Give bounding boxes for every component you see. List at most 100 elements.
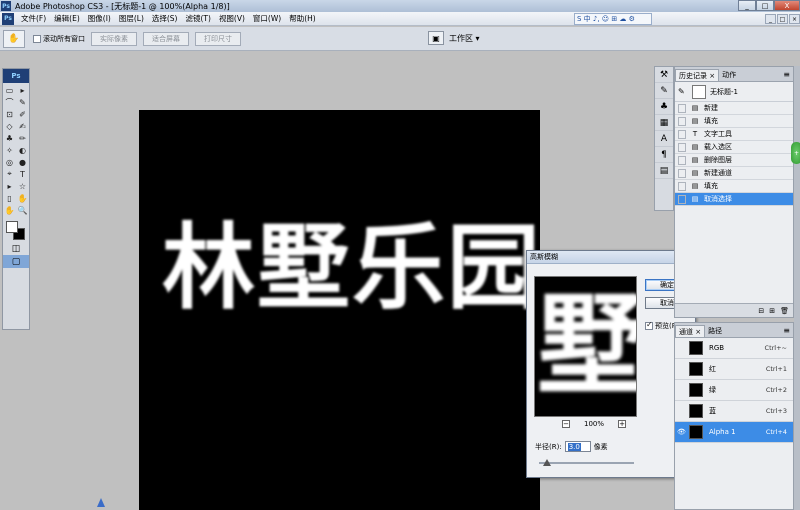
history-brush-tool-icon[interactable]: ✏ xyxy=(16,132,29,144)
tool-preset-picker[interactable]: ✋ xyxy=(3,29,25,48)
zoom-in-icon[interactable]: + xyxy=(618,420,627,428)
brush-tool-icon[interactable]: ✍ xyxy=(16,120,29,132)
ime-toolbar[interactable]: S 中 ♪, ☺ ⊞ ☁ ⚙ xyxy=(574,13,652,25)
visibility-eye-icon[interactable]: 👁 xyxy=(677,428,687,436)
actual-pixels-button[interactable]: 实际像素 xyxy=(91,31,137,46)
menu-window[interactable]: 窗口(W) xyxy=(249,13,285,24)
workspace-menu[interactable]: ▣ 工作区 ▾ xyxy=(428,31,480,45)
notes-tool-icon[interactable]: ▯ xyxy=(3,192,16,204)
clone-dock-icon[interactable]: ♣ xyxy=(655,99,673,115)
scroll-all-windows-option[interactable]: 滚动所有窗口 xyxy=(33,34,85,44)
radius-slider-track[interactable] xyxy=(539,462,634,464)
move-tool-icon[interactable]: ▸ xyxy=(16,84,29,96)
history-item[interactable]: ▤ 删除图层 xyxy=(675,154,793,167)
document-canvas[interactable]: 林墅乐园 xyxy=(139,110,540,510)
eraser-tool-icon[interactable]: ✧ xyxy=(3,144,16,156)
tab-history[interactable]: 历史记录 × xyxy=(675,69,720,81)
channel-row[interactable]: 红 Ctrl+1 xyxy=(675,359,793,380)
clone-stamp-tool-icon[interactable]: ♣ xyxy=(3,132,16,144)
gradient-tool-icon[interactable]: ◐ xyxy=(16,144,29,156)
slice-tool-icon[interactable]: ✐ xyxy=(16,108,29,120)
marquee-tool-icon[interactable]: ▭ xyxy=(3,84,16,96)
window-controls: _ □ X xyxy=(738,0,800,12)
crop-tool-icon[interactable]: ⊡ xyxy=(3,108,16,120)
menu-select[interactable]: 选择(S) xyxy=(148,13,182,24)
zoom-tool-icon[interactable]: 🔍 xyxy=(16,204,29,216)
new-document-from-state-icon[interactable]: ⊟ xyxy=(758,307,764,315)
zoom-out-icon[interactable]: − xyxy=(562,420,570,428)
blur-preview[interactable]: 墅乐 xyxy=(534,276,637,417)
menu-layer[interactable]: 图层(L) xyxy=(115,13,148,24)
scroll-all-checkbox[interactable] xyxy=(33,34,41,43)
delete-state-icon[interactable]: 🗑 xyxy=(780,307,789,315)
history-item[interactable]: ▤ 新建通道 xyxy=(675,167,793,180)
new-snapshot-icon[interactable]: ⊞ xyxy=(769,307,775,315)
channel-row-selected[interactable]: 👁 Alpha 1 Ctrl+4 xyxy=(675,422,793,443)
history-item[interactable]: ▤ 填充 xyxy=(675,180,793,193)
history-source-box[interactable] xyxy=(678,194,686,204)
radius-input[interactable]: 3.0 xyxy=(564,441,591,452)
panel-menu-icon[interactable]: ≡ xyxy=(783,326,790,335)
pen-tool-icon[interactable]: ⌖ xyxy=(3,168,16,180)
shape-tool-icon[interactable]: ☆ xyxy=(16,180,29,192)
menu-help[interactable]: 帮助(H) xyxy=(285,13,320,24)
preview-checkbox[interactable] xyxy=(645,320,653,330)
channel-row[interactable]: 蓝 Ctrl+3 xyxy=(675,401,793,422)
history-item-selected[interactable]: ▤ 取消选择 xyxy=(675,193,793,206)
tab-paths[interactable]: 路径 xyxy=(705,325,725,337)
navigator-dock-icon[interactable]: ▦ xyxy=(655,115,673,131)
history-snapshot[interactable]: ✎ 无标题-1 xyxy=(675,82,793,102)
radius-slider-thumb[interactable] xyxy=(543,459,551,466)
type-tool-icon[interactable]: T xyxy=(16,168,29,180)
doc-restore-icon[interactable]: □ xyxy=(777,14,788,24)
close-button[interactable]: X xyxy=(774,0,800,11)
screen-mode-icon[interactable]: ▢ xyxy=(3,255,29,268)
workspace-icon[interactable]: ▣ xyxy=(428,31,444,45)
history-source-box[interactable] xyxy=(678,142,686,152)
fit-screen-button[interactable]: 适合屏幕 xyxy=(143,31,189,46)
foreground-color[interactable] xyxy=(6,221,18,233)
hand-tool-icon[interactable]: ✋ xyxy=(3,204,16,216)
history-source-box[interactable] xyxy=(678,116,686,126)
quick-mask-icon[interactable]: ◫ xyxy=(3,242,29,255)
menu-view[interactable]: 视图(V) xyxy=(215,13,249,24)
history-source-box[interactable] xyxy=(678,129,686,139)
history-source-box[interactable] xyxy=(678,181,686,191)
history-brush-source-icon[interactable]: ✎ xyxy=(678,87,688,96)
character-dock-icon[interactable]: A xyxy=(655,131,673,147)
blur-tool-icon[interactable]: ◎ xyxy=(3,156,16,168)
paragraph-dock-icon[interactable]: ¶ xyxy=(655,147,673,163)
minimize-button[interactable]: _ xyxy=(738,0,756,11)
eyedropper-tool-icon[interactable]: ✋ xyxy=(16,192,29,204)
panel-menu-icon[interactable]: ≡ xyxy=(783,70,790,79)
lasso-tool-icon[interactable]: ⌒ xyxy=(3,96,16,108)
green-status-icon[interactable]: + xyxy=(791,142,800,164)
history-source-box[interactable] xyxy=(678,103,686,113)
channel-row[interactable]: RGB Ctrl+~ xyxy=(675,338,793,359)
history-source-box[interactable] xyxy=(678,155,686,165)
maximize-button[interactable]: □ xyxy=(756,0,774,11)
healing-brush-tool-icon[interactable]: ◇ xyxy=(3,120,16,132)
magic-wand-tool-icon[interactable]: ✎ xyxy=(16,96,29,108)
tools-dock-icon[interactable]: ⚒ xyxy=(655,67,673,83)
history-item[interactable]: ▤ 填充 xyxy=(675,115,793,128)
path-selection-tool-icon[interactable]: ▸ xyxy=(3,180,16,192)
history-item[interactable]: T 文字工具 xyxy=(675,128,793,141)
history-source-box[interactable] xyxy=(678,168,686,178)
menu-file[interactable]: 文件(F) xyxy=(17,13,50,24)
layer-comps-dock-icon[interactable]: ▤ xyxy=(655,163,673,179)
print-size-button[interactable]: 打印尺寸 xyxy=(195,31,241,46)
channel-row[interactable]: 绿 Ctrl+2 xyxy=(675,380,793,401)
brush-dock-icon[interactable]: ✎ xyxy=(655,83,673,99)
menu-image[interactable]: 图像(I) xyxy=(84,13,115,24)
tab-actions[interactable]: 动作 xyxy=(719,69,739,81)
tab-channels[interactable]: 通道 × xyxy=(675,325,706,337)
menu-edit[interactable]: 编辑(E) xyxy=(50,13,84,24)
doc-close-icon[interactable]: × xyxy=(789,14,800,24)
workspace-label[interactable]: 工作区 ▾ xyxy=(449,33,480,44)
menu-filter[interactable]: 滤镜(T) xyxy=(182,13,215,24)
history-item[interactable]: ▤ 新建 xyxy=(675,102,793,115)
history-item[interactable]: ▤ 载入选区 xyxy=(675,141,793,154)
doc-minimize-icon[interactable]: _ xyxy=(765,14,776,24)
dodge-tool-icon[interactable]: ● xyxy=(16,156,29,168)
